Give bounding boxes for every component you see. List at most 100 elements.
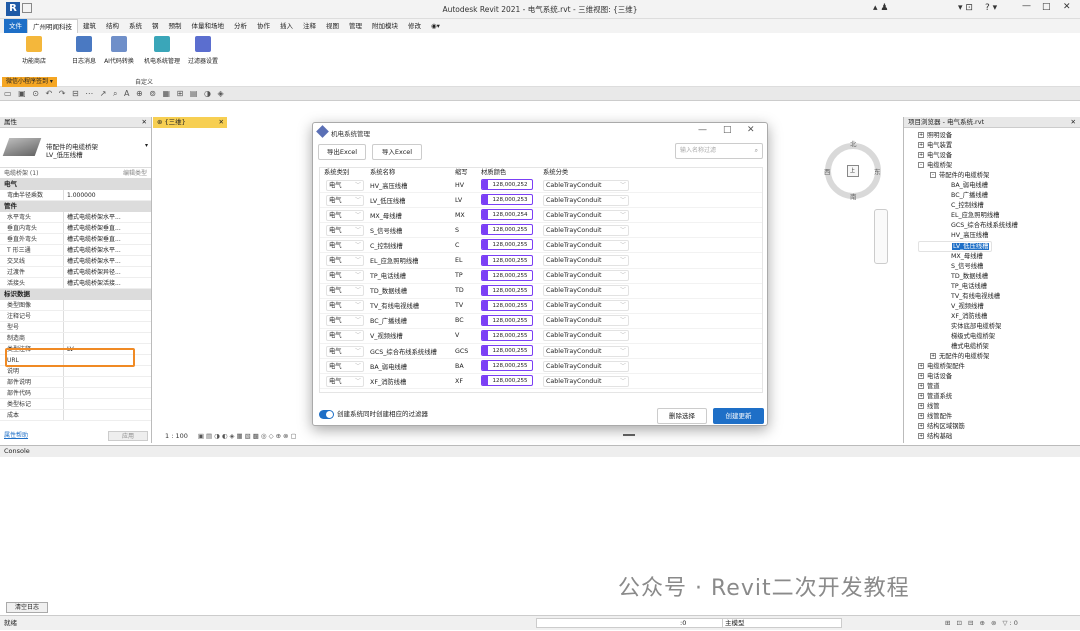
instance-filter[interactable]: 电缆桥架 (1) 编辑类型 — [0, 168, 151, 179]
system-name-cell[interactable]: C_控制线槽 — [370, 241, 455, 250]
tree-item[interactable]: GCS_综合布线系统线槽 — [918, 221, 1080, 231]
scroll-handle[interactable] — [623, 434, 635, 436]
menu-item-0[interactable]: 文件 — [4, 19, 27, 33]
chevron-down-icon[interactable]: ﹀ — [620, 301, 626, 311]
abbreviation-cell[interactable]: XF — [455, 378, 481, 385]
property-section-header[interactable]: 电气 — [0, 179, 151, 190]
menu-item-7[interactable]: 体量和场地 — [187, 19, 230, 33]
chevron-down-icon[interactable]: ﹀ — [355, 286, 361, 296]
chevron-down-icon[interactable]: ﹀ — [355, 196, 361, 206]
tree-item[interactable]: S_信号线槽 — [918, 262, 1080, 272]
property-value[interactable] — [64, 377, 151, 387]
classification-select[interactable]: CableTrayConduit ﹀ — [543, 209, 629, 221]
view-controls-icons[interactable]: ▣▤◑◐◈▦▧▩◎◇⊕⊗▢ — [198, 432, 299, 440]
category-select[interactable]: 电气 ﹀ — [326, 209, 364, 221]
category-cell[interactable]: 电气 ﹀ — [320, 360, 370, 372]
table-row[interactable]: 电气 ﹀ TV_有线电视线槽 TV 128,000,255 CableTrayCondui… — [320, 299, 762, 314]
system-name-cell[interactable]: MX_母线槽 — [370, 211, 455, 220]
property-value[interactable] — [64, 388, 151, 398]
abbreviation-cell[interactable]: BC — [455, 317, 481, 324]
system-name-cell[interactable]: BA_弱电线槽 — [370, 362, 455, 371]
tree-item[interactable]: + 管道系统 — [918, 392, 1080, 402]
classification-cell[interactable]: CableTrayConduit ﹀ — [543, 209, 643, 221]
selection-controls-icons[interactable]: ⊞ ⊡ ⊟ ⊕ ⊚ ▽:0 — [945, 616, 1020, 631]
property-value[interactable] — [64, 322, 151, 332]
property-row[interactable]: 注释记号 — [0, 311, 151, 322]
chevron-down-icon[interactable]: ﹀ — [620, 211, 626, 221]
tree-item[interactable]: + 线管 — [918, 402, 1080, 412]
property-value[interactable]: 槽式电缆桥架垂直... — [64, 223, 151, 233]
classification-select[interactable]: CableTrayConduit ﹀ — [543, 315, 629, 327]
classification-select[interactable]: CableTrayConduit ﹀ — [543, 360, 629, 372]
expand-toggle-icon[interactable]: + — [918, 383, 924, 389]
chevron-down-icon[interactable]: ﹀ — [620, 362, 626, 372]
category-select[interactable]: 电气 ﹀ — [326, 255, 364, 267]
color-swatch[interactable]: 128,000,255 — [481, 360, 533, 372]
category-select[interactable]: 电气 ﹀ — [326, 345, 364, 357]
tree-item[interactable]: + 照明设备 — [918, 131, 1080, 141]
system-name-cell[interactable]: HV_高压线槽 — [370, 181, 455, 190]
material-color-cell[interactable]: 128,000,254 — [481, 209, 543, 221]
property-row[interactable]: 型号 — [0, 322, 151, 333]
view-tab[interactable]: ⊛ {三维} ✕ — [153, 117, 227, 128]
property-section-header[interactable]: 标识数据 — [0, 289, 151, 300]
filter-settings-button[interactable]: 过滤器设置 — [183, 36, 223, 65]
category-select[interactable]: 电气 ﹀ — [326, 285, 364, 297]
material-color-cell[interactable]: 128,000,255 — [481, 314, 543, 327]
view-cube-face[interactable]: 上 — [847, 165, 859, 177]
expand-toggle-icon[interactable]: + — [918, 423, 924, 429]
material-color-cell[interactable]: 128,000,255 — [481, 345, 543, 357]
property-row[interactable]: 类型图像 — [0, 300, 151, 311]
delete-selected-button[interactable]: 删除选择 — [657, 408, 707, 424]
menu-item-15[interactable]: 修改 — [403, 19, 426, 33]
menu-item-8[interactable]: 分析 — [229, 19, 252, 33]
tree-item[interactable]: C_控制线槽 — [918, 201, 1080, 211]
category-select[interactable]: 电气 ﹀ — [326, 375, 364, 387]
system-name-cell[interactable]: V_视频线槽 — [370, 331, 455, 340]
category-cell[interactable]: 电气 ﹀ — [320, 285, 370, 297]
material-color-cell[interactable]: 128,000,255 — [481, 224, 543, 236]
wechat-checkin-dropdown[interactable]: 微信小程序签到 ▾ — [2, 77, 57, 87]
color-swatch[interactable]: 128,000,255 — [481, 284, 533, 296]
property-value[interactable] — [64, 366, 151, 376]
create-filter-toggle[interactable] — [319, 410, 334, 419]
classification-cell[interactable]: CableTrayConduit ﹀ — [543, 345, 643, 357]
category-select[interactable]: 电气 ﹀ — [326, 194, 364, 206]
material-color-cell[interactable]: 128,000,255 — [481, 329, 543, 342]
property-row[interactable]: 制造商 — [0, 333, 151, 344]
menu-item-9[interactable]: 协作 — [252, 19, 275, 33]
abbreviation-cell[interactable]: BA — [455, 363, 481, 370]
abbreviation-cell[interactable]: TD — [455, 287, 481, 294]
chevron-down-icon[interactable]: ﹀ — [355, 377, 361, 387]
quick-access-toolbar[interactable]: ▭ ▣ ⊙ ↶ ↷ ⊟ ⋯ ↗ ⌕ A ⊕ ⊚ ▦ ⊞ ▤ ◑ ◈ — [0, 87, 1080, 101]
property-row[interactable]: 交叉线 槽式电缆桥架水平... — [0, 256, 151, 267]
category-select[interactable]: 电气 ﹀ — [326, 330, 364, 342]
chevron-down-icon[interactable]: ﹀ — [620, 286, 626, 296]
classification-cell[interactable]: CableTrayConduit ﹀ — [543, 375, 643, 387]
expand-toggle-icon[interactable]: + — [918, 132, 924, 138]
category-cell[interactable]: 电气 ﹀ — [320, 255, 370, 267]
abbreviation-cell[interactable]: GCS — [455, 348, 481, 355]
classification-cell[interactable]: CableTrayConduit ﹀ — [543, 239, 643, 251]
category-select[interactable]: 电气 ﹀ — [326, 300, 364, 312]
tree-item[interactable]: + 线管配件 — [918, 412, 1080, 422]
category-cell[interactable]: 电气 ﹀ — [320, 315, 370, 327]
material-color-cell[interactable]: 128,000,255 — [481, 360, 543, 372]
chevron-down-icon[interactable]: ﹀ — [355, 362, 361, 372]
property-row[interactable]: 说明 — [0, 366, 151, 377]
property-value[interactable]: 槽式电缆桥架活接... — [64, 278, 151, 288]
design-option-select[interactable]: 主模型 — [722, 618, 842, 628]
chevron-down-icon[interactable]: ﹀ — [620, 377, 626, 387]
property-value[interactable]: 槽式电缆桥架垂直... — [64, 234, 151, 244]
tree-item[interactable]: + 结构基础 — [918, 432, 1080, 442]
abbreviation-cell[interactable]: V — [455, 332, 481, 339]
expand-toggle-icon[interactable]: + — [918, 433, 924, 439]
classification-cell[interactable]: CableTrayConduit ﹀ — [543, 255, 643, 267]
category-select[interactable]: 电气 ﹀ — [326, 270, 364, 282]
category-cell[interactable]: 电气 ﹀ — [320, 375, 370, 387]
classification-select[interactable]: CableTrayConduit ﹀ — [543, 300, 629, 312]
tree-item[interactable]: + 电气装置 — [918, 141, 1080, 151]
category-cell[interactable]: 电气 ﹀ — [320, 345, 370, 357]
property-row[interactable]: T 形三通 槽式电缆桥架水平... — [0, 245, 151, 256]
chevron-down-icon[interactable]: ﹀ — [355, 331, 361, 341]
